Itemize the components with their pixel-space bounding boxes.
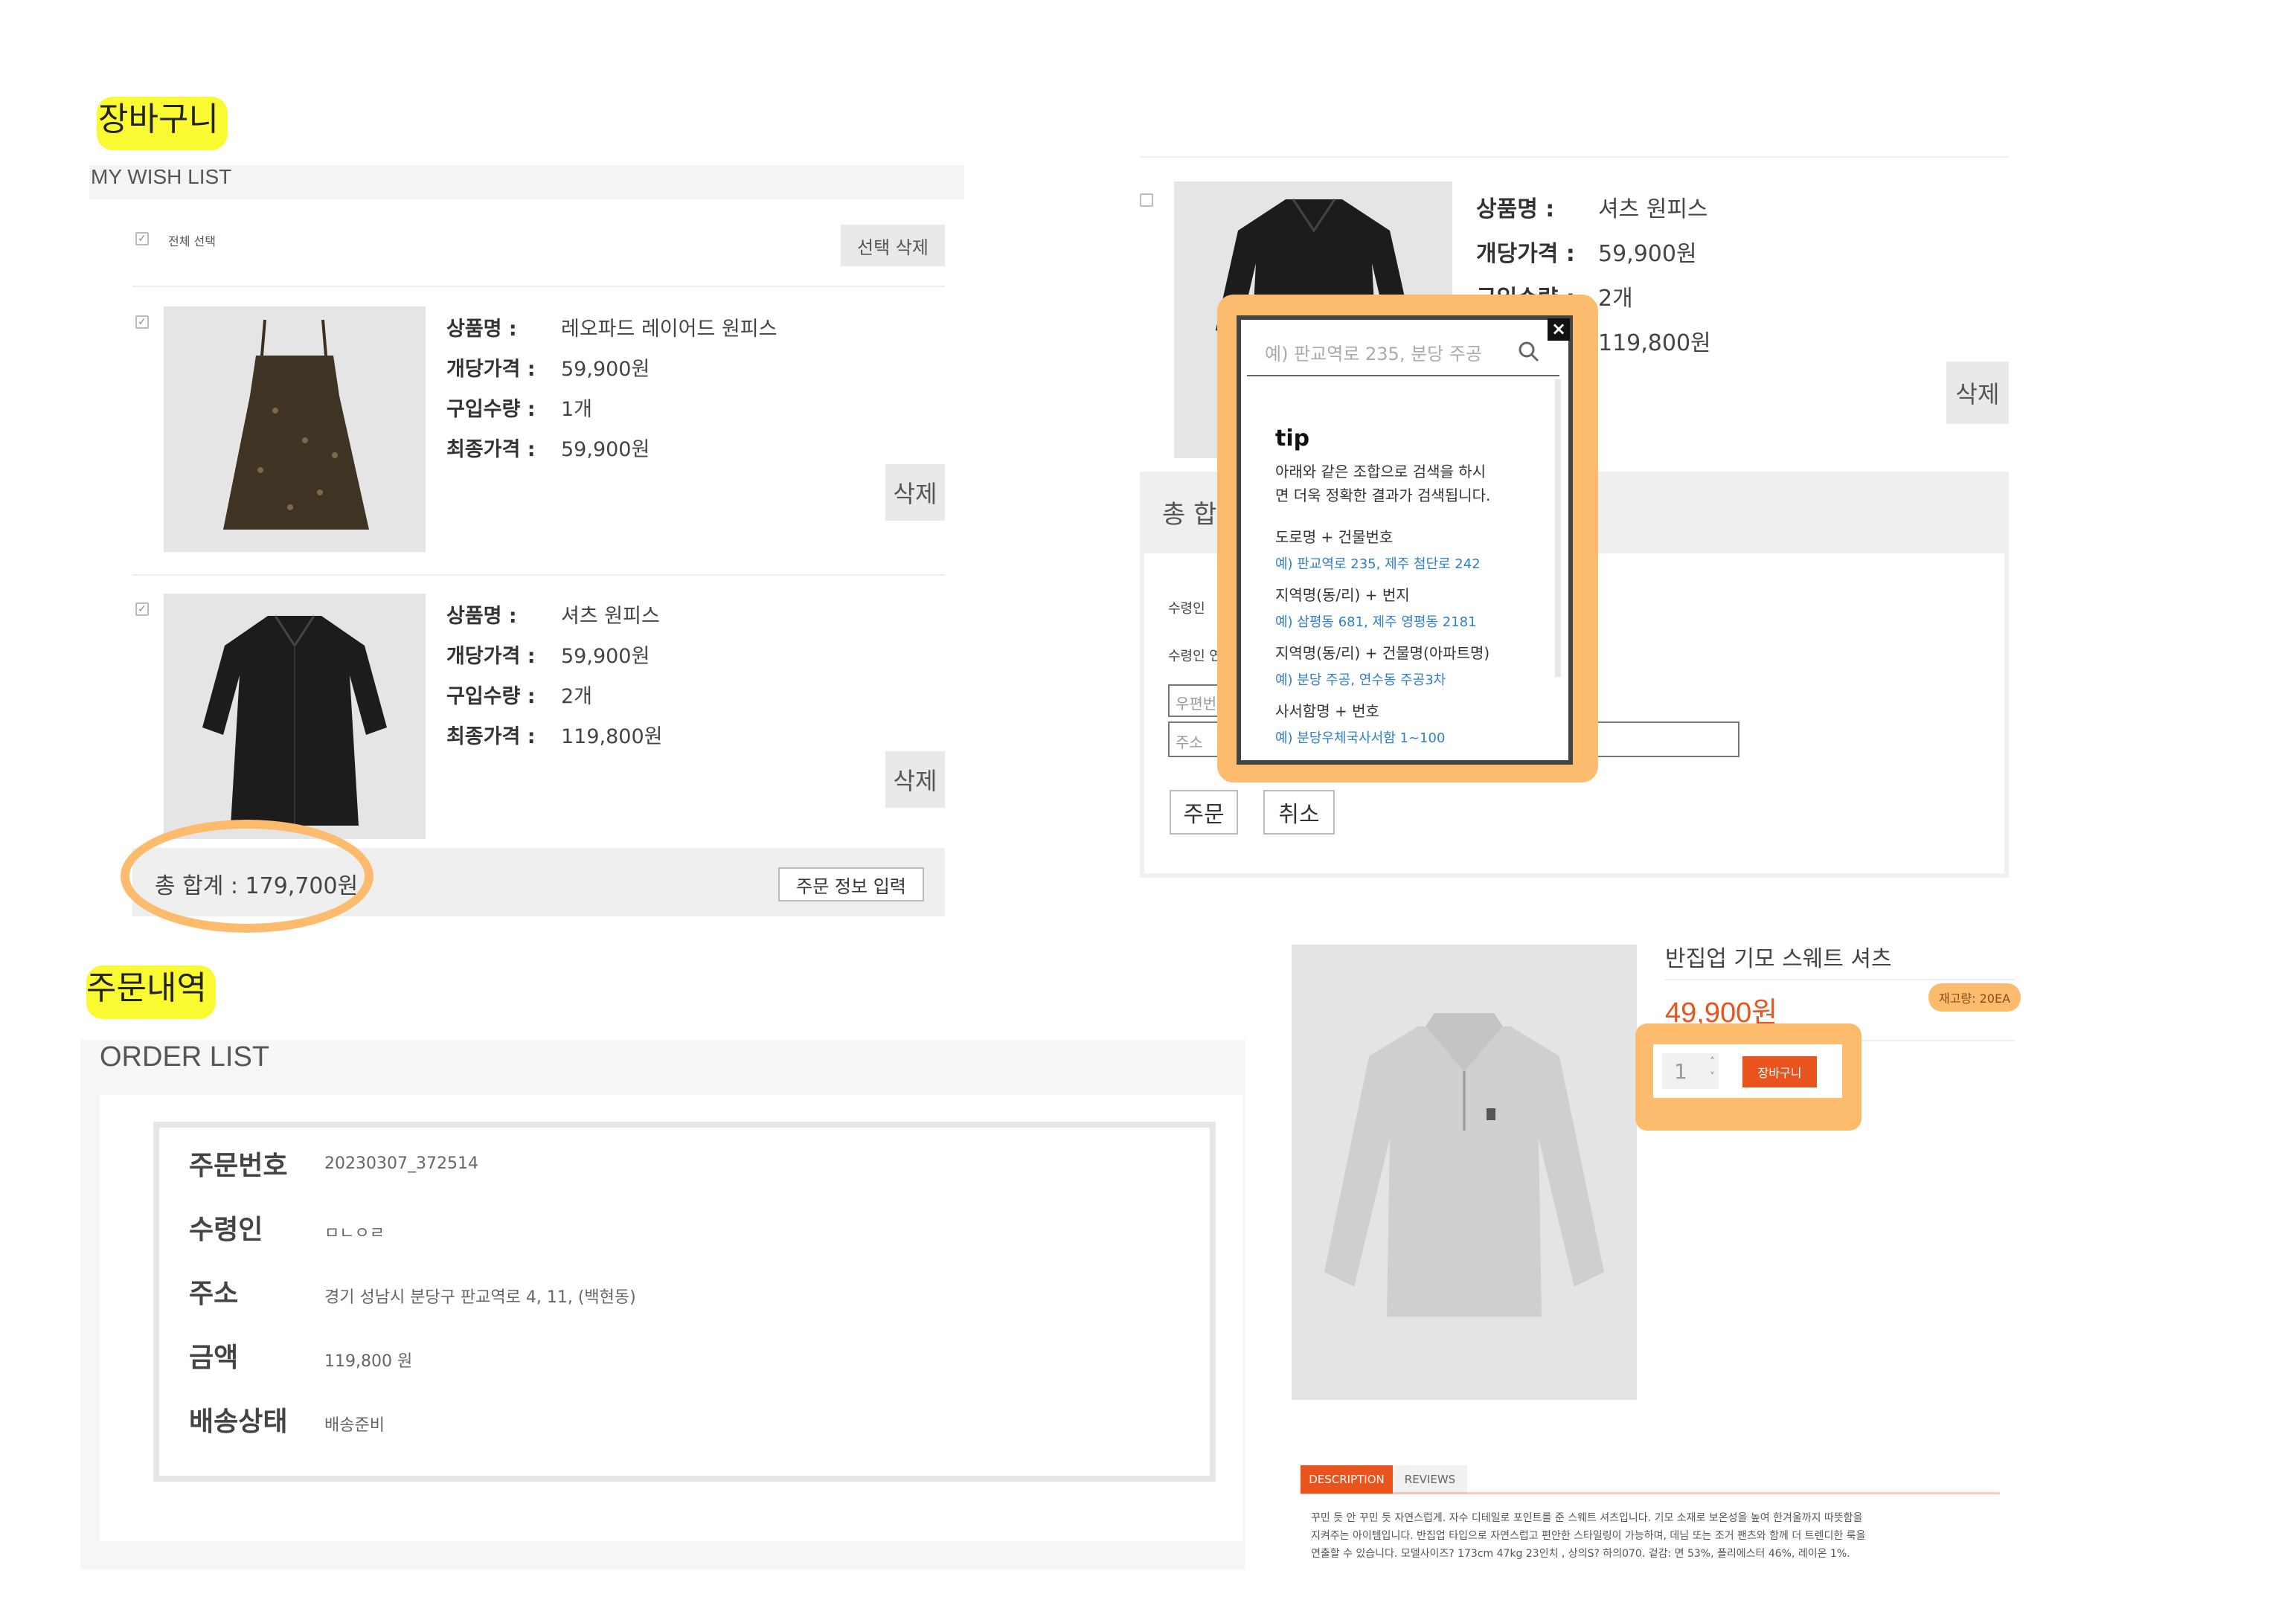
- tip-row-example: 예) 삼평동 681, 제주 영평동 2181: [1275, 614, 1477, 630]
- tip-row-label: 지역명(동/리) + 건물명(아파트명): [1275, 644, 1490, 662]
- order-receiver: ㅁㄴㅇㄹ: [324, 1224, 385, 1243]
- divider: [1665, 979, 2015, 980]
- order-info-button[interactable]: 주문 정보 입력: [778, 867, 924, 902]
- tip-row-example: 예) 판교역로 235, 제주 첨단로 242: [1275, 556, 1481, 572]
- order-amount-label: 금액: [189, 1343, 239, 1373]
- tip-row-label: 사서함명 + 번호: [1275, 702, 1379, 720]
- cancel-button[interactable]: 취소: [1263, 790, 1335, 835]
- tab-reviews[interactable]: REVIEWS: [1393, 1465, 1467, 1494]
- item-name-label: 상품명 :: [1476, 196, 1555, 222]
- popup-search-input[interactable]: 예) 판교역로 235, 분당 주공: [1265, 339, 1482, 365]
- add-to-cart-button[interactable]: 장바구니: [1742, 1056, 1817, 1087]
- item-name: 레오파드 레이어드 원피스: [561, 318, 777, 341]
- sweatshirt-illustration: [1324, 1013, 1604, 1317]
- tip-description: 면 더욱 정확한 결과가 검색됩니다.: [1275, 486, 1491, 504]
- item-checkbox[interactable]: ✓: [135, 602, 149, 616]
- order-number-label: 주문번호: [189, 1151, 288, 1181]
- order-button[interactable]: 주문: [1170, 790, 1238, 835]
- item-qty: 2개: [1598, 286, 1633, 312]
- tab-underline: [1301, 1492, 2000, 1494]
- tab-description[interactable]: DESCRIPTION: [1301, 1465, 1393, 1494]
- order-number: 20230307_372514: [324, 1154, 478, 1173]
- delete-item-button[interactable]: 삭제: [1946, 361, 2009, 424]
- wishlist-title: MY WISH LIST: [91, 165, 232, 188]
- item-checkbox[interactable]: [1140, 193, 1153, 207]
- popup-scrollbar[interactable]: [1555, 379, 1561, 677]
- shirt-dress-illustration: [202, 615, 387, 826]
- divider: [1140, 156, 2009, 158]
- item-price-label: 개당가격 :: [1476, 241, 1575, 267]
- item-total-label: 최종가격 :: [446, 438, 536, 461]
- item-total-label: 최종가격 :: [446, 725, 536, 748]
- search-icon[interactable]: [1518, 341, 1540, 363]
- tip-title: tip: [1275, 425, 1310, 451]
- order-list-title: ORDER LIST: [100, 1041, 270, 1073]
- tip-row-label: 도로명 + 건물번호: [1275, 528, 1394, 546]
- order-receiver-label: 수령인: [189, 1215, 263, 1245]
- product-image-shirt-dress[interactable]: [164, 594, 426, 839]
- receiver-label: 수령인: [1168, 601, 1205, 617]
- item-name-label: 상품명 :: [446, 318, 517, 341]
- order-status: 배송준비: [324, 1416, 385, 1435]
- divider: [132, 286, 945, 287]
- item-name-label: 상품명 :: [446, 605, 517, 628]
- item-total: 59,900원: [561, 438, 650, 461]
- tip-row-example: 예) 분당우체국사서함 1~100: [1275, 730, 1446, 746]
- product-description: 지켜주는 아이템입니다. 반집업 타입으로 자연스럽고 편안한 스타일링이 가능…: [1311, 1530, 1866, 1542]
- delete-selected-button[interactable]: 선택 삭제: [841, 225, 945, 266]
- select-all-checkbox[interactable]: ✓: [135, 232, 149, 245]
- order-amount: 119,800 원: [324, 1352, 413, 1371]
- product-description: 연출할 수 있습니다. 모델사이즈? 173cm 47kg 23인치 , 상의S…: [1311, 1548, 1850, 1560]
- quantity-stepper[interactable]: ˄ ˅: [1710, 1055, 1715, 1084]
- item-price: 59,900원: [561, 358, 650, 381]
- item-qty: 1개: [561, 398, 593, 421]
- item-name: 셔츠 원피스: [561, 605, 660, 628]
- item-checkbox[interactable]: ✓: [135, 315, 149, 329]
- item-price-label: 개당가격 :: [446, 645, 536, 668]
- cart-total: 총 합계 : 179,700원: [155, 873, 359, 899]
- order-address-label: 주소: [189, 1279, 239, 1309]
- item-price: 59,900원: [561, 645, 650, 668]
- divider: [132, 574, 945, 576]
- orders-heading: 주문내역: [86, 969, 207, 1007]
- order-card: [153, 1122, 1216, 1482]
- product-title: 반집업 기모 스웨트 셔츠: [1665, 946, 1892, 972]
- product-image-sweatshirt[interactable]: [1292, 945, 1637, 1400]
- item-total: 119,800원: [561, 725, 663, 748]
- item-price: 59,900원: [1598, 241, 1697, 267]
- item-qty-label: 구입수량 :: [446, 398, 536, 421]
- item-price-label: 개당가격 :: [446, 358, 536, 381]
- tip-row-label: 지역명(동/리) + 번지: [1275, 586, 1410, 604]
- select-all-label: 전체 선택: [168, 234, 216, 248]
- item-total: 119,800원: [1598, 330, 1711, 356]
- tip-description: 아래와 같은 조합으로 검색을 하시: [1275, 463, 1487, 481]
- delete-item-button[interactable]: 삭제: [885, 464, 945, 521]
- stock-badge: 재고량: 20EA: [1928, 983, 2021, 1012]
- order-status-label: 배송상태: [189, 1407, 288, 1437]
- tip-row-example: 예) 분당 주공, 연수동 주공3차: [1275, 672, 1446, 688]
- item-name: 셔츠 원피스: [1598, 196, 1708, 222]
- item-qty-label: 구입수량 :: [446, 685, 536, 708]
- delete-item-button[interactable]: 삭제: [885, 751, 945, 808]
- cart-heading: 장바구니: [98, 100, 219, 138]
- product-image-leopard-dress[interactable]: [164, 306, 426, 552]
- order-address: 경기 성남시 분당구 판교역로 4, 11, (백현동): [324, 1288, 636, 1307]
- product-description: 꾸민 듯 안 꾸민 듯 자연스럽게. 자수 디테일로 포인트를 준 스웨트 셔츠…: [1311, 1512, 1863, 1524]
- item-qty: 2개: [561, 685, 593, 708]
- leopard-dress-illustration: [223, 319, 369, 530]
